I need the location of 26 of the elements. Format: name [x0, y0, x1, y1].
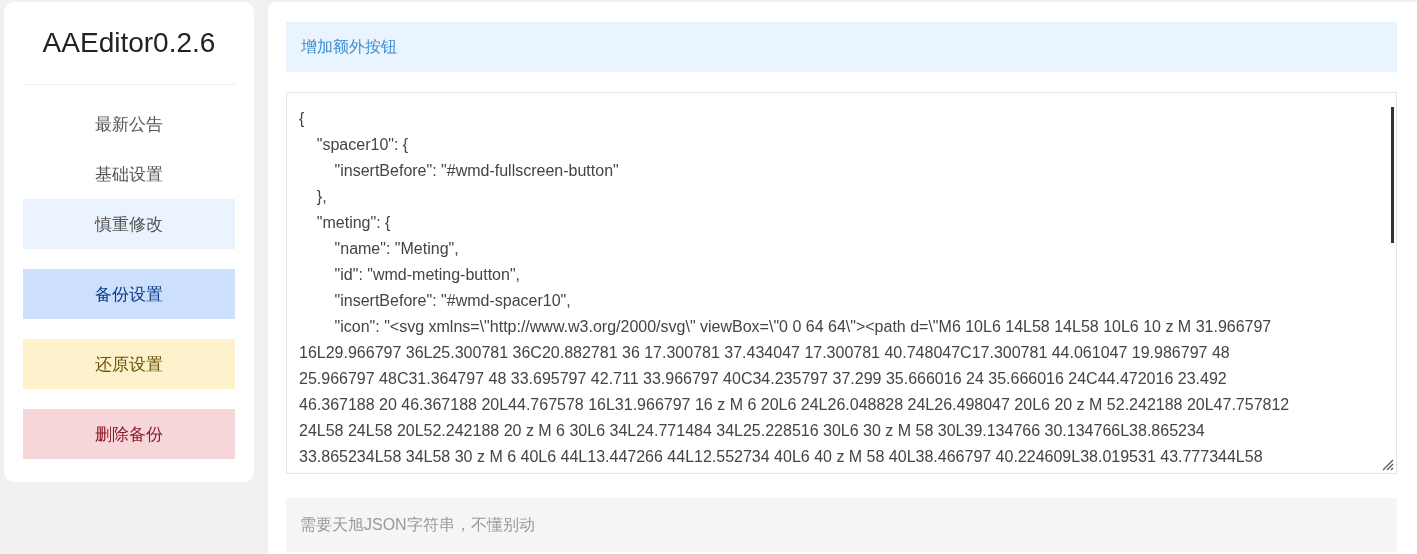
code-line: }, — [315, 187, 328, 207]
code-line: "meting": { — [315, 213, 392, 233]
warning-button[interactable]: 还原设置 — [23, 339, 235, 389]
code-line: "id": "wmd-meting-button", — [333, 265, 521, 285]
scrollbar-thumb[interactable] — [1391, 107, 1394, 243]
code-line: 46.367188 20 46.367188 20L44.767578 16L31.966797 16 z M 6 20L6 24L26.048828 24L26.498047 20L6 20 z M 52.242188 20L47.757812 — [299, 395, 1291, 415]
code-line: "insertBefore": "#wmd-fullscreen-button" — [333, 161, 620, 181]
danger-button[interactable]: 删除备份 — [23, 409, 235, 459]
code-line: { — [299, 109, 306, 129]
section-title: 增加额外按钮 — [301, 36, 397, 57]
app-title: AAEditor0.2.6 — [42, 26, 216, 60]
code-line: "name": "Meting", — [333, 239, 460, 259]
json-editor[interactable] — [286, 92, 1397, 474]
sidebar-item[interactable]: 基础设置 — [23, 149, 235, 199]
code-line: "spacer10": { — [315, 135, 410, 155]
code-line: 33.865234L58 34L58 30 z M 6 40L6 44L13.447266 44L12.552734 40L6 40 z M 58 40L38.466797 40.224609L38.019531 43.777344L58 — [299, 447, 1264, 467]
code-line: "insertBefore": "#wmd-spacer10", — [333, 291, 572, 311]
code-line: 25.966797 48C31.364797 48 33.695797 42.711 33.966797 40C34.235797 37.299 35.666016 24 35.666016 24C44.472016 23.492 — [299, 369, 1228, 389]
code-line: 24L58 24L58 20L52.242188 20 z M 6 30L6 34L24.771484 34L25.228516 30L6 30 z M 58 30L39.134766 30.134766L38.865234 — [299, 421, 1206, 441]
resize-grip-icon[interactable] — [1380, 457, 1394, 471]
code-line: 16L29.966797 36L25.300781 36C20.882781 36 17.300781 37.434047 17.300781 40.748047C17.300781 44.061047 19.986797 48 — [299, 343, 1231, 363]
sidebar-item[interactable]: 慎重修改 — [23, 199, 235, 249]
code-line: "icon": "<svg xmlns=\"http://www.w3.org/2000/svg\" viewBox=\"0 0 64 64\"><path d=\"M6 10L6 14L58 14L58 10L6 10 z M 31.966797 — [333, 317, 1273, 337]
sidebar-item[interactable]: 最新公告 — [23, 99, 235, 149]
input-field[interactable]: 需要天旭JSON字符串，不懂别动 — [286, 498, 1397, 552]
primary-button[interactable]: 备份设置 — [23, 269, 235, 319]
